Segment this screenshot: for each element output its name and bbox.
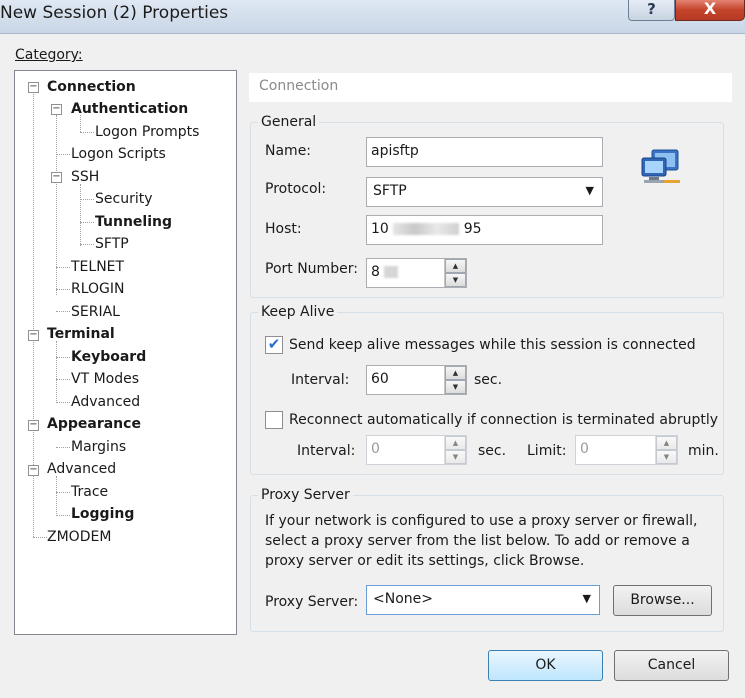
tree-item-ssh[interactable]: SSH — [71, 168, 99, 186]
browse-button[interactable]: Browse... — [613, 585, 712, 616]
spin-down-icon[interactable]: ▼ — [445, 273, 466, 287]
panel-header: Connection — [249, 73, 732, 102]
port-value: 8 — [371, 264, 380, 280]
tree-item-serial[interactable]: SERIAL — [71, 303, 120, 321]
reconnect-checkbox[interactable] — [265, 411, 283, 429]
limit-spinner[interactable]: ▲ ▼ — [655, 436, 677, 464]
tree-item-keyboard[interactable]: Keyboard — [71, 348, 146, 366]
spin-down-icon[interactable]: ▼ — [445, 450, 466, 464]
tree-item-authentication[interactable]: Authentication — [71, 100, 188, 118]
host-value-suffix: 95 — [463, 221, 482, 237]
host-label: Host: — [265, 221, 302, 237]
tree-item-sftp[interactable]: SFTP — [95, 235, 129, 253]
send-keepalive-label[interactable]: Send keep alive messages while this sess… — [289, 337, 696, 353]
close-button[interactable]: X — [675, 0, 745, 21]
tree-item-security[interactable]: Security — [95, 190, 153, 208]
host-value: 10 — [371, 221, 389, 237]
tree-item-connection[interactable]: Connection — [47, 78, 136, 96]
expander-terminal[interactable]: − — [28, 330, 39, 341]
dropdown-arrow-icon: ▼ — [585, 184, 594, 197]
tree-item-telnet[interactable]: TELNET — [71, 258, 124, 276]
category-label: Category: — [15, 47, 83, 63]
port-spinner[interactable]: ▲ ▼ — [444, 259, 466, 287]
tree-item-logon-scripts[interactable]: Logon Scripts — [71, 145, 166, 163]
tree-item-terminal-advanced[interactable]: Advanced — [71, 393, 140, 411]
protocol-label: Protocol: — [265, 181, 327, 197]
keepalive-interval-label: Interval: — [291, 372, 350, 388]
reconnect-interval-unit: sec. — [478, 443, 507, 459]
name-input[interactable]: apisftp — [366, 137, 603, 167]
proxy-server-select[interactable]: <None> ▼ — [366, 585, 600, 615]
host-input[interactable]: 10 95 — [366, 215, 603, 245]
spin-down-icon[interactable]: ▼ — [656, 450, 677, 464]
proxy-description: If your network is configured to use a p… — [265, 513, 698, 569]
window-title: New Session (2) Properties — [0, 3, 229, 23]
spin-up-icon[interactable]: ▲ — [445, 436, 466, 450]
tree-item-advanced[interactable]: Advanced — [47, 460, 116, 478]
tree-item-trace[interactable]: Trace — [71, 483, 108, 501]
network-computer-icon — [640, 148, 682, 188]
tree-item-logon-prompts[interactable]: Logon Prompts — [95, 123, 199, 141]
port-redaction — [384, 266, 399, 278]
tree-item-terminal[interactable]: Terminal — [47, 325, 115, 343]
expander-appearance[interactable]: − — [28, 420, 39, 431]
tree-item-appearance[interactable]: Appearance — [47, 415, 141, 433]
general-group-title: General — [258, 114, 320, 130]
reconnect-label[interactable]: Reconnect automatically if connection is… — [289, 412, 718, 428]
proxy-server-label: Proxy Server: — [265, 594, 359, 610]
expander-authentication[interactable]: − — [51, 104, 62, 115]
tree-item-logging[interactable]: Logging — [71, 505, 134, 523]
reconnect-interval-spinner[interactable]: ▲ ▼ — [444, 436, 466, 464]
expander-ssh[interactable]: − — [51, 172, 62, 183]
spin-up-icon[interactable]: ▲ — [656, 436, 677, 450]
limit-label: Limit: — [527, 443, 567, 459]
tree-item-tunneling[interactable]: Tunneling — [95, 213, 172, 231]
ok-button[interactable]: OK — [488, 650, 603, 681]
port-label: Port Number: — [265, 261, 358, 277]
spin-up-icon[interactable]: ▲ — [445, 366, 466, 380]
dropdown-arrow-icon: ▼ — [582, 592, 591, 605]
proxy-server-value: <None> — [373, 591, 433, 607]
proxy-group-title: Proxy Server — [258, 487, 353, 503]
tree-item-vt-modes[interactable]: VT Modes — [71, 370, 139, 388]
reconnect-interval-label: Interval: — [297, 443, 356, 459]
host-redaction — [393, 223, 460, 235]
title-bar: New Session (2) Properties ? X — [0, 0, 745, 34]
spin-down-icon[interactable]: ▼ — [445, 380, 466, 394]
keepalive-interval-unit: sec. — [474, 372, 503, 388]
spin-up-icon[interactable]: ▲ — [445, 259, 466, 273]
name-label: Name: — [265, 143, 312, 159]
category-tree[interactable]: − − − − − − Connection Authentication Lo… — [14, 70, 237, 635]
tree-item-rlogin[interactable]: RLOGIN — [71, 280, 125, 298]
protocol-value: SFTP — [373, 183, 407, 199]
keepalive-interval-spinner[interactable]: ▲ ▼ — [444, 366, 466, 394]
protocol-select[interactable]: SFTP ▼ — [366, 177, 603, 207]
cancel-button[interactable]: Cancel — [614, 650, 729, 681]
help-button[interactable]: ? — [628, 0, 675, 21]
keep-alive-group-title: Keep Alive — [258, 304, 338, 320]
expander-advanced[interactable]: − — [28, 465, 39, 476]
tree-item-margins[interactable]: Margins — [71, 438, 126, 456]
tree-item-zmodem[interactable]: ZMODEM — [47, 528, 111, 546]
limit-unit: min. — [688, 443, 719, 459]
send-keepalive-checkbox[interactable]: ✔ — [265, 336, 283, 354]
expander-connection[interactable]: − — [28, 82, 39, 93]
